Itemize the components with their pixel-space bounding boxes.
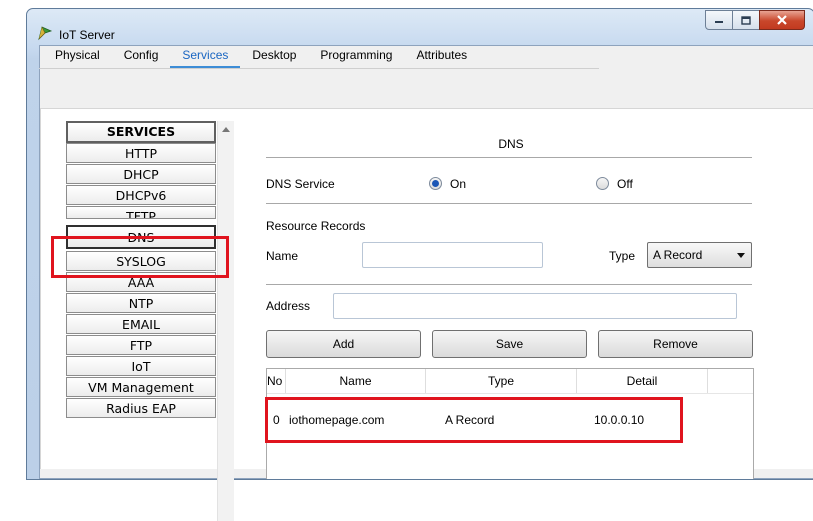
tab-services[interactable]: Services [170, 44, 241, 69]
resource-records-label: Resource Records [266, 219, 366, 233]
divider [266, 203, 752, 204]
tab-desktop[interactable]: Desktop [240, 44, 308, 66]
records-table: No Name Type Detail 0 iothomepage.com A … [265, 368, 754, 479]
services-panel: SERVICES HTTP DHCP DHCPv6 TFTP DNS SYSLO… [40, 108, 813, 521]
services-scrollbar[interactable] [217, 121, 234, 521]
services-list: SERVICES HTTP DHCP DHCPv6 TFTP DNS SYSLO… [66, 121, 234, 521]
col-no[interactable]: No [267, 369, 286, 393]
service-dhcp[interactable]: DHCP [66, 164, 216, 184]
dns-on-radio[interactable] [429, 177, 442, 190]
minimize-button[interactable] [705, 10, 733, 30]
address-input[interactable] [333, 293, 737, 319]
service-radius-eap[interactable]: Radius EAP [66, 398, 216, 418]
name-input[interactable] [362, 242, 543, 268]
divider [266, 157, 752, 158]
address-label: Address [266, 299, 311, 313]
window-title: IoT Server [59, 28, 115, 42]
dns-off-label: Off [617, 177, 633, 191]
divider [266, 284, 752, 285]
service-iot[interactable]: IoT [66, 356, 216, 376]
type-select[interactable]: A Record [647, 242, 752, 268]
header-divider [267, 393, 753, 394]
close-button[interactable] [759, 10, 805, 30]
tab-divider [39, 68, 599, 69]
type-label: Type [609, 249, 636, 263]
dns-config: DNS DNS Service On Off Resource Records … [265, 109, 754, 479]
dns-highlight-box [51, 236, 229, 278]
maximize-icon [741, 15, 751, 25]
service-ftp[interactable]: FTP [66, 335, 216, 355]
service-vm-management[interactable]: VM Management [66, 377, 216, 397]
service-tftp[interactable]: TFTP [66, 206, 216, 219]
name-label: Name [266, 249, 299, 263]
tab-physical[interactable]: Physical [43, 44, 112, 66]
close-icon [777, 15, 787, 25]
row-highlight-box [265, 397, 683, 443]
chevron-down-icon [737, 253, 745, 258]
dns-title: DNS [498, 137, 524, 151]
remove-button[interactable]: Remove [598, 330, 753, 358]
app-icon [37, 25, 53, 41]
service-dhcpv6[interactable]: DHCPv6 [66, 185, 216, 205]
col-detail[interactable]: Detail [577, 369, 708, 393]
add-button[interactable]: Add [266, 330, 421, 358]
service-ntp[interactable]: NTP [66, 293, 216, 313]
save-button[interactable]: Save [432, 330, 587, 358]
dns-service-label: DNS Service [266, 177, 335, 191]
minimize-icon [715, 21, 723, 23]
services-header: SERVICES [66, 121, 216, 143]
service-http[interactable]: HTTP [66, 143, 216, 163]
maximize-button[interactable] [732, 10, 760, 30]
service-email[interactable]: EMAIL [66, 314, 216, 334]
type-select-value: A Record [653, 248, 703, 262]
tab-programming[interactable]: Programming [308, 44, 404, 66]
dns-on-label: On [450, 177, 467, 191]
tab-bar: Physical Config Services Desktop Program… [43, 44, 479, 70]
scroll-up-icon[interactable] [222, 127, 230, 132]
col-name[interactable]: Name [286, 369, 426, 393]
col-type[interactable]: Type [426, 369, 577, 393]
dns-off-radio[interactable] [596, 177, 609, 190]
tab-config[interactable]: Config [112, 44, 171, 66]
tab-attributes[interactable]: Attributes [404, 44, 479, 66]
